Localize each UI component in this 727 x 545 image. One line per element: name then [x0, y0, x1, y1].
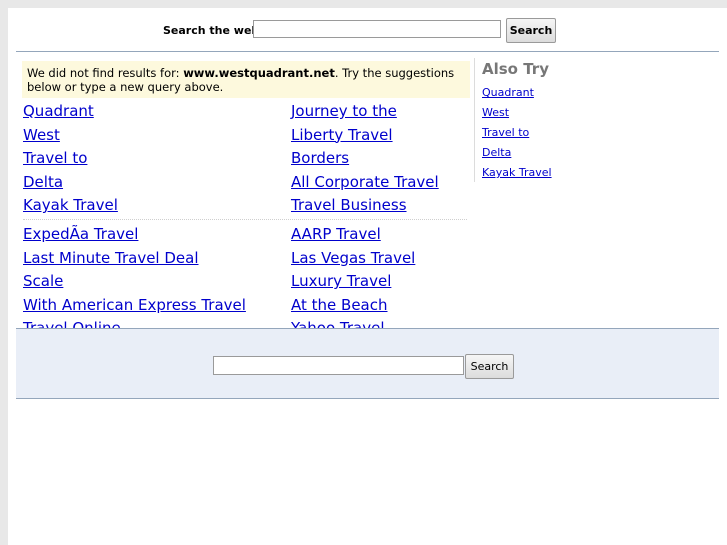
- result-link[interactable]: At the Beach: [291, 294, 439, 318]
- result-link[interactable]: Travel to: [23, 147, 246, 171]
- result-link[interactable]: AARP Travel: [291, 223, 439, 247]
- bottom-search-button[interactable]: Search: [465, 354, 514, 379]
- result-link[interactable]: Kayak Travel: [23, 194, 246, 218]
- bottom-search-input[interactable]: [213, 356, 464, 375]
- result-link[interactable]: Borders: [291, 147, 439, 171]
- result-link[interactable]: All Corporate Travel: [291, 171, 439, 195]
- result-link[interactable]: With American Express Travel: [23, 294, 246, 318]
- result-link[interactable]: Travel Business: [291, 194, 439, 218]
- notice-domain: www.westquadrant.net: [183, 66, 335, 80]
- search-input[interactable]: [253, 20, 501, 38]
- result-link[interactable]: Delta: [23, 171, 246, 195]
- also-try-link[interactable]: Travel to: [482, 123, 584, 143]
- also-try-link[interactable]: Quadrant: [482, 83, 584, 103]
- also-try-link[interactable]: Kayak Travel: [482, 163, 584, 183]
- also-try-panel: Also Try Quadrant West Travel to Delta K…: [474, 58, 584, 182]
- no-results-notice: We did not find results for: www.westqua…: [22, 61, 470, 98]
- result-link[interactable]: Scale: [23, 270, 246, 294]
- also-try-title: Also Try: [482, 60, 549, 78]
- notice-prefix: We did not find results for:: [27, 66, 184, 80]
- result-link[interactable]: ExpedÃa Travel: [23, 223, 246, 247]
- search-label: Search the web:: [163, 24, 264, 37]
- top-search-bar: Search the web: Search: [8, 18, 727, 46]
- result-link[interactable]: Las Vegas Travel: [291, 247, 439, 271]
- result-link[interactable]: Quadrant: [23, 100, 246, 124]
- results-column-left: Quadrant West Travel to Delta Kayak Trav…: [23, 100, 246, 341]
- result-link[interactable]: West: [23, 124, 246, 148]
- bottom-search-bar: Search: [16, 328, 719, 399]
- result-link[interactable]: Liberty Travel: [291, 124, 439, 148]
- search-button[interactable]: Search: [506, 18, 556, 43]
- result-link[interactable]: Luxury Travel: [291, 270, 439, 294]
- results-divider: [23, 219, 467, 220]
- also-try-link[interactable]: West: [482, 103, 584, 123]
- results-column-right: Journey to the Liberty Travel Borders Al…: [291, 100, 439, 341]
- page: Search the web: Search We did not find r…: [8, 8, 727, 545]
- top-divider: [16, 51, 719, 52]
- result-link[interactable]: Journey to the: [291, 100, 439, 124]
- result-link[interactable]: Last Minute Travel Deal: [23, 247, 246, 271]
- also-try-link[interactable]: Delta: [482, 143, 584, 163]
